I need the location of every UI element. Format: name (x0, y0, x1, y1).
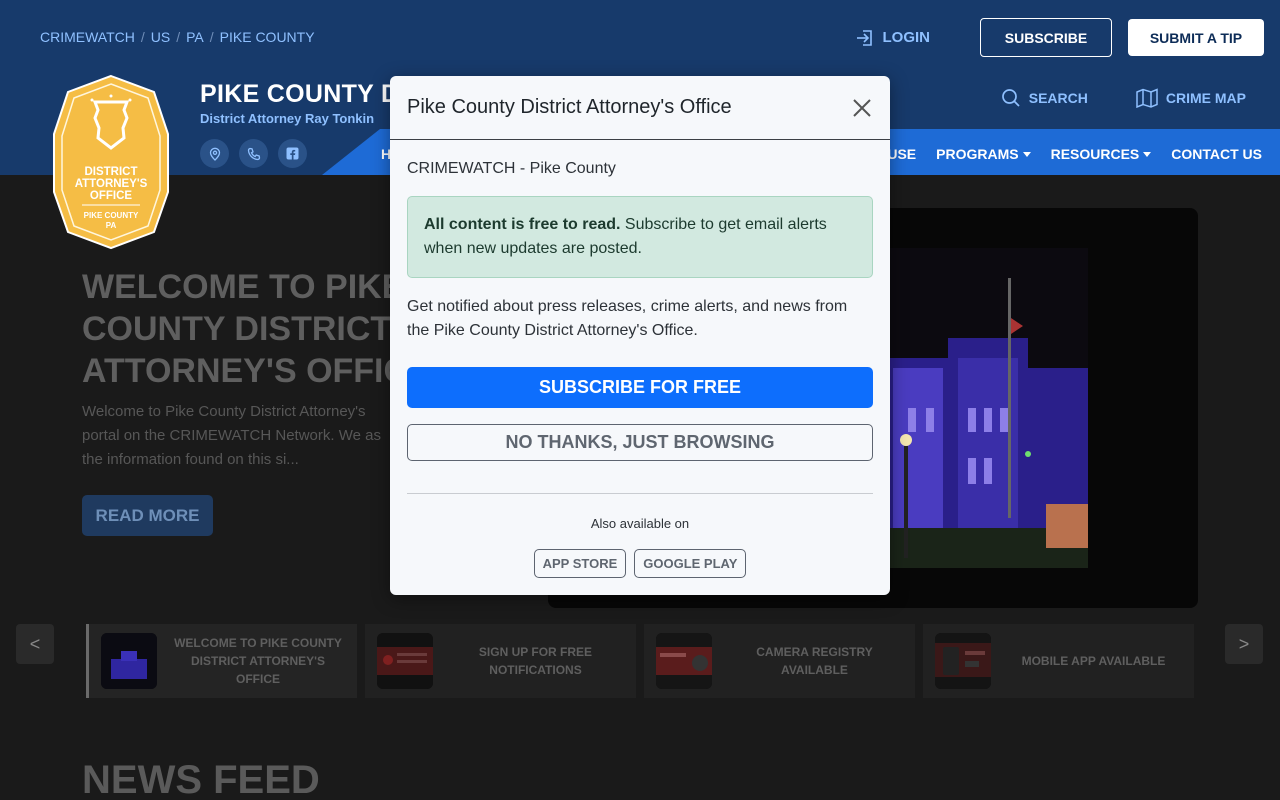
modal-divider (407, 493, 873, 494)
nav-item-contact-us[interactable]: CONTACT US (1171, 146, 1262, 162)
facebook-link[interactable] (278, 139, 307, 168)
top-actions: LOGIN SUBSCRIBE SUBMIT A TIP (855, 18, 1264, 57)
badge-text-attorneys: ATTORNEY'S (75, 178, 148, 190)
carousel-thumb-image (101, 633, 157, 689)
subscribe-for-free-button[interactable]: SUBSCRIBE FOR FREE (407, 367, 873, 408)
location-link[interactable] (200, 139, 229, 168)
carousel-item-label: SIGN UP FOR FREE NOTIFICATIONS (478, 645, 593, 677)
hero-title-line: COUNTY DISTRICT (82, 310, 392, 348)
breadcrumb-separator: / (209, 29, 214, 45)
no-thanks-button[interactable]: NO THANKS, JUST BROWSING (407, 424, 873, 461)
carousel-thumb-image (935, 633, 991, 689)
carousel-item-notifications[interactable]: SIGN UP FOR FREE NOTIFICATIONS (365, 624, 636, 698)
phone-icon (247, 147, 260, 160)
carousel-thumb-image (377, 633, 433, 689)
app-store-links: APP STORE GOOGLE PLAY (407, 549, 873, 578)
hero-text: Welcome to Pike County District Attorney… (82, 403, 381, 468)
breadcrumb: CRIMEWATCH / US / PA / PIKE COUNTY (40, 29, 315, 45)
hero-title-line: ATTORNEY'S OFFIC (82, 352, 409, 390)
modal-title: Pike County District Attorney's Office (407, 96, 732, 118)
crime-map-link[interactable]: CRIME MAP (1136, 88, 1246, 108)
facebook-icon (286, 147, 299, 160)
phone-link[interactable] (239, 139, 268, 168)
main-nav: HOUSE PROGRAMS RESOURCES CONTACT US (866, 146, 1262, 162)
subscribe-modal: Pike County District Attorney's Office C… (390, 76, 890, 595)
search-link[interactable]: SEARCH (1001, 88, 1088, 108)
social-links (200, 139, 307, 168)
login-link[interactable]: LOGIN (855, 28, 931, 48)
search-icon (1001, 89, 1020, 107)
badge-text-pa: PA (106, 221, 117, 230)
submit-tip-button[interactable]: SUBMIT A TIP (1128, 19, 1264, 56)
crime-map-label: CRIME MAP (1165, 90, 1246, 106)
nav-item-resources[interactable]: RESOURCES (1051, 146, 1152, 162)
modal-body: CRIMEWATCH - Pike County All content is … (390, 160, 890, 578)
also-available-text: Also available on (590, 516, 690, 531)
google-play-button[interactable]: GOOGLE PLAY (634, 549, 747, 578)
hero-title: WELCOME TO PIKE COUNTY DISTRICT ATTORNEY… (82, 266, 422, 392)
map-icon (1136, 88, 1158, 108)
site-title[interactable]: PIKE COUNTY D (200, 80, 399, 109)
login-label: LOGIN (882, 29, 931, 46)
carousel-thumbnails: WELCOME TO PIKE COUNTY DISTRICT ATTORNEY… (86, 624, 1194, 698)
alert-bold-text: All content is free to read. (424, 216, 621, 233)
free-content-alert: All content is free to read. Subscribe t… (407, 196, 873, 278)
badge-text-district: DISTRICT (84, 166, 137, 178)
carousel-item-label: WELCOME TO PIKE COUNTY DISTRICT ATTORNEY… (174, 636, 342, 686)
app-store-button[interactable]: APP STORE (533, 549, 627, 578)
breadcrumb-crimewatch[interactable]: CRIMEWATCH (40, 29, 135, 45)
carousel-item-camera-registry[interactable]: CAMERA REGISTRY AVAILABLE (644, 624, 915, 698)
breadcrumb-us[interactable]: US (151, 29, 170, 45)
featured-carousel: < WELCOME TO PIKE COUNTY DISTRICT ATTORN… (0, 622, 1280, 702)
carousel-prev-button[interactable]: < (16, 624, 54, 664)
badge-text-office: OFFICE (90, 190, 132, 202)
district-attorney-badge-logo[interactable]: DISTRICT ATTORNEY'S OFFICE PIKE COUNTY P… (52, 74, 170, 250)
map-pin-icon (209, 147, 220, 161)
modal-close-button[interactable] (850, 96, 874, 120)
modal-description: Get notified about press releases, crime… (407, 298, 848, 339)
hero-title-line: WELCOME TO PIKE (82, 268, 405, 306)
badge-text-pike-county: PIKE COUNTY (84, 211, 139, 220)
subscribe-button[interactable]: SUBSCRIBE (980, 18, 1112, 57)
site-subtitle: District Attorney Ray Tonkin (200, 111, 375, 126)
breadcrumb-separator: / (176, 29, 181, 45)
modal-header: Pike County District Attorney's Office (390, 76, 890, 140)
breadcrumb-separator: / (140, 29, 145, 45)
carousel-item-mobile-app[interactable]: MOBILE APP AVAILABLE (923, 624, 1194, 698)
read-more-button[interactable]: READ MORE (82, 495, 213, 536)
carousel-item-label: CAMERA REGISTRY AVAILABLE (756, 645, 873, 677)
breadcrumb-pike-county[interactable]: PIKE COUNTY (220, 29, 315, 45)
login-icon (856, 29, 872, 46)
carousel-next-button[interactable]: > (1225, 624, 1263, 664)
carousel-thumb-image (656, 633, 712, 689)
close-icon (853, 98, 871, 117)
modal-org-name: CRIMEWATCH - Pike County (407, 160, 616, 177)
carousel-item-welcome[interactable]: WELCOME TO PIKE COUNTY DISTRICT ATTORNEY… (86, 624, 357, 698)
utility-nav: SEARCH CRIME MAP (1001, 88, 1246, 108)
carousel-item-label: MOBILE APP AVAILABLE (1021, 654, 1166, 668)
search-label: SEARCH (1028, 90, 1088, 106)
news-feed-heading: NEWS FEED (82, 758, 320, 800)
breadcrumb-pa[interactable]: PA (186, 29, 204, 45)
nav-item-programs[interactable]: PROGRAMS (936, 146, 1030, 162)
